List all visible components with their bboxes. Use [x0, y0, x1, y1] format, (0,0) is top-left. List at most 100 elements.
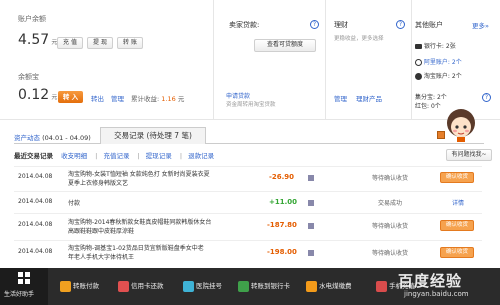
other-help-icon[interactable]: ? — [482, 93, 491, 102]
manage-link[interactable]: 管理 — [111, 93, 124, 103]
other-accounts-panel: 其他账户 更多» 银行卡: 2张 阿里账户: 2个 淘宝账户: 2个 集分宝: … — [412, 0, 500, 120]
apply-loan-link[interactable]: 申请贷款 — [226, 91, 250, 100]
redpack-value: 0个 — [430, 103, 441, 110]
row-amount: -187.80 — [267, 221, 297, 229]
row-desc-line: 高跟鞋鞋跟中皮鞋厚涼鞋 — [68, 228, 135, 235]
row-date: 2014.04.08 — [18, 221, 53, 228]
credit-title: 卖家贷款: — [229, 21, 260, 29]
row-desc-line: 年老人手机大字体待机王 — [68, 254, 135, 261]
redpack-label: 红包: — [415, 103, 430, 110]
confirm-receipt-button[interactable]: 确认收货 — [440, 220, 474, 231]
detail-link[interactable]: 详情 — [452, 198, 464, 207]
row-amount: -198.00 — [267, 248, 297, 256]
row-amount-expand-icon[interactable] — [308, 200, 314, 206]
alibaba-icon — [415, 59, 422, 66]
row-amount: -26.90 — [269, 173, 295, 181]
table-row[interactable]: 2014.04.08 淘宝购物-调基宝1-02货品日货宜新版鞋盘季女中老 年老人… — [14, 240, 482, 268]
view-credit-button[interactable]: 查看可贷额度 — [254, 39, 316, 52]
yuebao-value: 0.12 — [18, 87, 50, 103]
yuebao-unit: 元 — [51, 94, 58, 101]
credit-help-icon[interactable]: ? — [310, 20, 319, 29]
other-account-row[interactable]: 阿里账户: 2个 — [415, 57, 462, 66]
taobao-count: 2个 — [451, 73, 462, 80]
earnings-value: 1.16 — [161, 95, 176, 103]
earnings-unit: 元 — [177, 95, 185, 103]
row-amount-expand-icon[interactable] — [308, 175, 314, 181]
row-status: 交易成功 — [378, 200, 403, 207]
tb-credit-card[interactable]: 信用卡还款 — [118, 279, 164, 293]
row-desc: 淘宝购物-2014春秋新款女鞋真皮帽鞋同款韩版休女台 高跟鞋鞋跟中皮鞋厚涼鞋 — [68, 218, 211, 236]
transfer-button[interactable]: 转 账 — [117, 37, 143, 49]
yuebao-label: 余额宝 — [18, 73, 39, 81]
bank-card-icon — [415, 44, 422, 49]
tb-utility[interactable]: 水电煤缴费 — [306, 279, 352, 293]
confirm-receipt-button[interactable]: 确认收货 — [440, 247, 474, 258]
tab-trade-records[interactable]: 交易记录 (待处理 7 笔) — [100, 127, 206, 144]
row-desc-line: 淘宝购物-2014春秋新款女鞋真皮帽鞋同款韩版休女台 — [68, 219, 212, 226]
tb-label: 医院挂号 — [196, 282, 222, 290]
balance-panel: 账户余额 4.57 元 充 值 提 现 转 账 余额宝 0.12 元 转 入 转… — [0, 0, 214, 120]
hospital-icon — [183, 280, 194, 292]
transfer-in-button[interactable]: 转 入 — [58, 91, 83, 103]
licai-title: 理财 — [334, 21, 348, 29]
grid-icon — [18, 272, 30, 284]
redpack: 红包: 0个 — [415, 101, 441, 110]
earnings-label: 累计收益: — [131, 95, 160, 103]
licai-manage-link[interactable]: 管理 — [334, 93, 347, 103]
recharge-button[interactable]: 充 值 — [57, 37, 83, 49]
subtab-refund[interactable]: 退款记录 — [188, 152, 214, 160]
balance-label: 账户余额 — [18, 15, 46, 23]
watermark-url: jingyan.baidu.com — [404, 290, 469, 298]
other-account-row[interactable]: 淘宝账户: 2个 — [415, 71, 462, 80]
subtab-recharge[interactable]: 充值记录 — [103, 152, 129, 160]
grid-toggle-icon[interactable] — [437, 131, 445, 139]
subtab-income[interactable]: 收支明细 — [61, 152, 87, 160]
account-summary: 账户余额 4.57 元 充 值 提 现 转 账 余额宝 0.12 元 转 入 转… — [0, 0, 500, 120]
points-value: 2个 — [436, 94, 447, 101]
help-me-button[interactable]: 有问题找我~ — [446, 149, 492, 161]
points: 集分宝: 2个 — [415, 92, 447, 101]
table-row[interactable]: 2014.04.08 淘宝购物-2014春秋新款女鞋真皮帽鞋同款韩版休女台 高跟… — [14, 213, 482, 240]
licai-products-link[interactable]: 理财产品 — [356, 93, 382, 103]
alibaba-label: 阿里账户: — [423, 59, 450, 66]
licai-help-icon[interactable]: ? — [396, 20, 405, 29]
credit-note: 资金周转用淘宝贷款 — [226, 102, 276, 108]
yuebao-amount: 0.12 元 — [18, 87, 57, 103]
row-desc: 淘宝购物-女装T恤短袖 女款纯色打 女新时尚夏装衣夏 夏季上衣修身韩版文艺 — [68, 170, 210, 188]
tb-transfer-pay[interactable]: 转账付款 — [60, 279, 99, 293]
row-status: 等待确认收货 — [372, 175, 409, 182]
more-link[interactable]: 更多» — [472, 20, 489, 30]
subtab-recent[interactable]: 最近交易记录 — [14, 152, 53, 160]
asset-period[interactable]: 资产动态 (04.01 - 04.09) — [14, 132, 91, 142]
tb-bank-transfer[interactable]: 转账到银行卡 — [238, 279, 290, 293]
asset-period-label: 资产动态 — [14, 134, 40, 142]
row-amount-expand-icon[interactable] — [308, 223, 314, 229]
subtab-withdraw[interactable]: 提现记录 — [146, 152, 172, 160]
earnings: 累计收益: 1.16 元 — [131, 93, 184, 103]
table-row[interactable]: 2014.04.08 淘宝购物-女装T恤短袖 女款纯色打 女新时尚夏装衣夏 夏季… — [14, 166, 482, 191]
withdraw-button[interactable]: 提 现 — [87, 37, 113, 49]
tb-label: 转账到银行卡 — [251, 282, 290, 290]
taobao-label: 淘宝账户: — [423, 73, 450, 80]
confirm-receipt-button[interactable]: 确认收货 — [440, 172, 474, 183]
tb-home[interactable]: 生活好助手 — [0, 268, 48, 305]
row-date: 2014.04.08 — [18, 173, 53, 180]
mascot-avatar[interactable] — [446, 108, 476, 142]
tb-label: 水电煤缴费 — [319, 282, 352, 290]
utility-icon — [306, 280, 317, 292]
row-desc-line: 夏季上衣修身韩版文艺 — [68, 180, 129, 187]
other-account-row[interactable]: 银行卡: 2张 — [415, 41, 456, 50]
watermark: 百度经验 jingyan.baidu.com — [398, 270, 498, 304]
row-desc: 淘宝购物-调基宝1-02货品日货宜新版鞋盘季女中老 年老人手机大字体待机王 — [68, 244, 204, 262]
row-amount-expand-icon[interactable] — [308, 250, 314, 256]
row-date: 2014.04.08 — [18, 248, 53, 255]
watermark-brand: 百度经验 — [398, 272, 463, 290]
tb-home-label: 生活好助手 — [4, 291, 35, 298]
tb-label: 转账付款 — [73, 282, 99, 290]
tb-hospital[interactable]: 医院挂号 — [183, 279, 222, 293]
credit-panel: 卖家贷款: ? 查看可贷额度 申请贷款 资金周转用淘宝贷款 — [214, 0, 326, 120]
row-status: 等待确认收货 — [372, 250, 409, 257]
row-date: 2014.04.08 — [18, 198, 53, 205]
table-row[interactable]: 2014.04.08 付款 +11.00 交易成功 详情 — [14, 191, 482, 213]
transfer-out-link[interactable]: 转出 — [91, 93, 104, 103]
